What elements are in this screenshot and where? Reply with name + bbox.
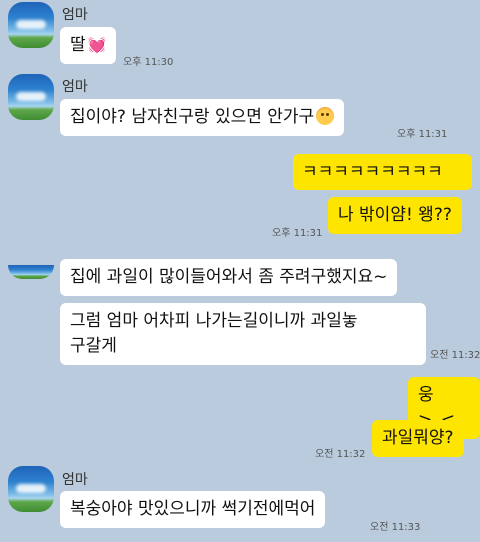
my-message-bubble[interactable]: 나 밖이얌! 왱?? — [328, 197, 462, 234]
blushing-face-emoji — [316, 107, 335, 125]
message-text: 집에 과일이 많이들어와서 좀 주려구했지요~ — [70, 267, 388, 287]
message-text: 딸 — [70, 35, 86, 55]
sender-name: 엄마 — [62, 472, 88, 488]
message-text: 복숭아야 맛있으니까 썩기전에먹어 — [70, 499, 316, 519]
message-bubble[interactable]: 딸 💓 — [60, 27, 117, 64]
avatar[interactable] — [8, 74, 54, 120]
message-bubble[interactable]: 복숭아야 맛있으니까 썩기전에먹어 — [60, 491, 326, 528]
timestamp: 오후 11:31 — [397, 129, 448, 140]
timestamp: 오전 11:33 — [370, 522, 421, 533]
my-message-bubble[interactable]: ㅋㅋㅋㅋㅋㅋㅋㅋㅋ — [293, 154, 472, 190]
avatar[interactable] — [8, 265, 54, 279]
message-text: 나 밖이얌! 왱?? — [338, 205, 452, 225]
sender-name: 엄마 — [62, 7, 88, 23]
timestamp: 오전 11:32 — [430, 350, 480, 361]
my-message-bubble[interactable]: 과일뭐양? — [372, 420, 464, 457]
message-text: 집이야? 남자친구랑 있으면 안가구 — [70, 107, 315, 127]
heart-emoji: 💓 — [87, 36, 107, 54]
avatar[interactable] — [8, 2, 54, 48]
message-text: 과일뭐양? — [382, 428, 454, 448]
avatar[interactable] — [8, 466, 54, 512]
message-text-line: 그럼 엄마 어차피 나가는길이니까 과일놓 — [70, 311, 358, 331]
message-bubble[interactable]: 그럼 엄마 어차피 나가는길이니까 과일놓 구갈게 — [60, 303, 426, 365]
message-bubble[interactable]: 집이야? 남자친구랑 있으면 안가구 — [60, 99, 345, 136]
message-text-line: 구갈게 — [70, 336, 117, 356]
timestamp: 오후 11:30 — [123, 57, 174, 68]
timestamp: 오후 11:31 — [272, 228, 323, 239]
sender-name: 엄마 — [62, 79, 88, 95]
timestamp: 오전 11:32 — [315, 449, 366, 460]
message-text: ㅋㅋㅋㅋㅋㅋㅋㅋㅋ — [302, 162, 443, 182]
message-bubble[interactable]: 집에 과일이 많이들어와서 좀 주려구했지요~ — [60, 259, 398, 296]
